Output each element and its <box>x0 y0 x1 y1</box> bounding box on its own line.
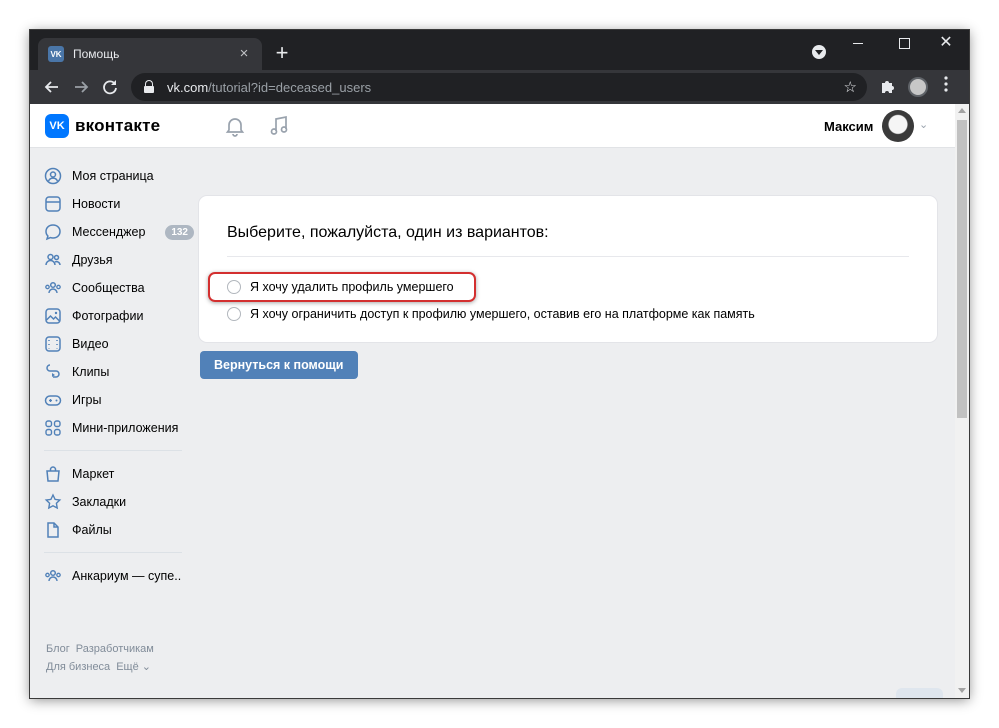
chevron-down-icon[interactable]: ⌄ <box>919 118 928 131</box>
user-avatar[interactable] <box>882 110 914 142</box>
sidebar-item-mini-apps[interactable]: Мини-приложения <box>44 414 194 442</box>
forward-arrow-icon[interactable] <box>70 76 92 98</box>
puzzle-icon[interactable] <box>880 78 896 97</box>
url-text: vk.com/tutorial?id=deceased_users <box>167 79 372 95</box>
sidebar-item-label: Видео <box>72 337 109 351</box>
vk-logo[interactable]: VK вконтакте <box>45 114 160 138</box>
footer-link-more[interactable]: Ещё ⌄ <box>116 661 151 673</box>
friends-icon <box>45 253 61 266</box>
tab-title: Помощь <box>73 47 120 61</box>
vk-favicon-icon: VK <box>48 46 64 62</box>
radio-button[interactable] <box>227 307 241 321</box>
browser-tab[interactable]: VK Помощь × <box>38 38 262 70</box>
sidebar-item-video[interactable]: Видео <box>44 330 194 358</box>
sidebar-item-label: Моя страница <box>72 169 154 183</box>
sidebar-item-bookmarks[interactable]: Закладки <box>44 488 194 516</box>
tab-close-icon[interactable]: × <box>236 46 252 62</box>
browser-window: VK Помощь × + ✕ vk.com/tutorial?id=decea… <box>29 29 970 699</box>
unread-count-badge: 132 <box>165 224 194 240</box>
reload-icon[interactable] <box>99 76 121 98</box>
vk-logo-text: вконтакте <box>75 116 161 135</box>
profile-icon <box>44 167 62 185</box>
tab-strip: VK Помощь × + ✕ <box>30 30 969 70</box>
bell-icon[interactable] <box>223 114 247 138</box>
sidebar-item-label: Мессенджер <box>72 225 146 239</box>
sidebar-item-messenger[interactable]: Мессенджер 132 <box>44 218 194 246</box>
sidebar-item-news[interactable]: Новости <box>44 190 194 218</box>
browser-toolbar: vk.com/tutorial?id=deceased_users ☆ <box>30 70 969 104</box>
options-card: Выберите, пожалуйста, один из вариантов:… <box>199 196 937 342</box>
minimize-button[interactable] <box>848 36 868 52</box>
sidebar-item-label: Мини-приложения <box>72 421 179 435</box>
sidebar-item-label: Анкариум — супе.. <box>72 569 182 583</box>
scroll-thumb[interactable] <box>957 120 967 418</box>
user-name[interactable]: Максим <box>824 119 873 134</box>
card-divider <box>227 256 909 257</box>
red-highlight-frame <box>208 272 476 302</box>
chat-widget[interactable]: 6 <box>896 688 943 698</box>
new-tab-button[interactable]: + <box>270 42 294 64</box>
sidebar-item-label: Новости <box>72 197 121 211</box>
sidebar-item-games[interactable]: Игры <box>44 386 194 414</box>
left-sidebar: Моя страница Новости Мессенджер 132 Друз… <box>44 162 194 590</box>
sidebar-item-photos[interactable]: Фотографии <box>44 302 194 330</box>
news-icon <box>45 196 61 212</box>
back-to-help-button[interactable]: Вернуться к помощи <box>200 351 358 379</box>
maximize-button[interactable] <box>894 36 914 52</box>
sidebar-divider <box>44 552 182 553</box>
files-icon <box>47 522 59 538</box>
back-arrow-icon[interactable] <box>41 76 63 98</box>
sidebar-divider <box>44 450 182 451</box>
footer-link-blog[interactable]: Блог <box>46 643 70 655</box>
sidebar-item-label: Фотографии <box>72 309 144 323</box>
profile-avatar-icon[interactable] <box>908 77 928 97</box>
star-icon[interactable]: ☆ <box>844 78 857 96</box>
menu-dots-icon[interactable] <box>942 75 950 93</box>
sidebar-item-label: Игры <box>72 393 102 407</box>
option-label: Я хочу ограничить доступ к профилю умерш… <box>250 307 755 321</box>
sidebar-item-label: Маркет <box>72 467 115 481</box>
sidebar-item-friends[interactable]: Друзья <box>44 246 194 274</box>
address-bar[interactable]: vk.com/tutorial?id=deceased_users ☆ <box>131 73 867 101</box>
vk-page: VK вконтакте Максим ⌄ Моя страница Новос… <box>30 104 955 698</box>
games-icon <box>44 395 62 406</box>
sidebar-footer-links: Блог Разработчикам Для бизнеса Ещё ⌄ <box>46 640 186 676</box>
sidebar-item-clips[interactable]: Клипы <box>44 358 194 386</box>
scroll-up-arrow-icon[interactable] <box>958 108 966 113</box>
sidebar-item-my-page[interactable]: Моя страница <box>44 162 194 190</box>
page-scrollbar[interactable] <box>955 104 969 698</box>
vk-header: VK вконтакте Максим ⌄ <box>30 104 955 148</box>
tab-search-icon[interactable] <box>812 45 826 59</box>
page-title: Выберите, пожалуйста, один из вариантов: <box>227 224 549 241</box>
bookmarks-icon <box>44 493 62 510</box>
messenger-icon <box>45 224 61 241</box>
sidebar-item-label: Файлы <box>72 523 112 537</box>
sidebar-item-community[interactable]: Анкариум — супе.. <box>44 562 194 590</box>
footer-link-business[interactable]: Для бизнеса <box>46 661 110 673</box>
video-icon <box>45 336 61 352</box>
community-icon <box>45 569 61 582</box>
sidebar-item-market[interactable]: Маркет <box>44 460 194 488</box>
scroll-down-arrow-icon[interactable] <box>958 688 966 693</box>
sidebar-item-label: Друзья <box>72 253 113 267</box>
communities-icon <box>45 281 61 294</box>
music-icon[interactable] <box>267 114 291 138</box>
vk-logo-icon: VK <box>45 114 69 138</box>
sidebar-item-communities[interactable]: Сообщества <box>44 274 194 302</box>
sidebar-item-label: Сообщества <box>72 281 145 295</box>
footer-link-developers[interactable]: Разработчикам <box>76 643 154 655</box>
sidebar-item-files[interactable]: Файлы <box>44 516 194 544</box>
market-icon <box>46 466 60 482</box>
clips-icon <box>46 364 60 378</box>
window-close-button[interactable]: ✕ <box>936 35 956 52</box>
photos-icon <box>45 308 61 324</box>
mini-apps-icon <box>45 420 61 436</box>
option-memorialize-profile[interactable]: Я хочу ограничить доступ к профилю умерш… <box>227 307 755 321</box>
sidebar-item-label: Клипы <box>72 365 110 379</box>
lock-icon[interactable] <box>143 80 155 94</box>
sidebar-item-label: Закладки <box>72 495 127 509</box>
